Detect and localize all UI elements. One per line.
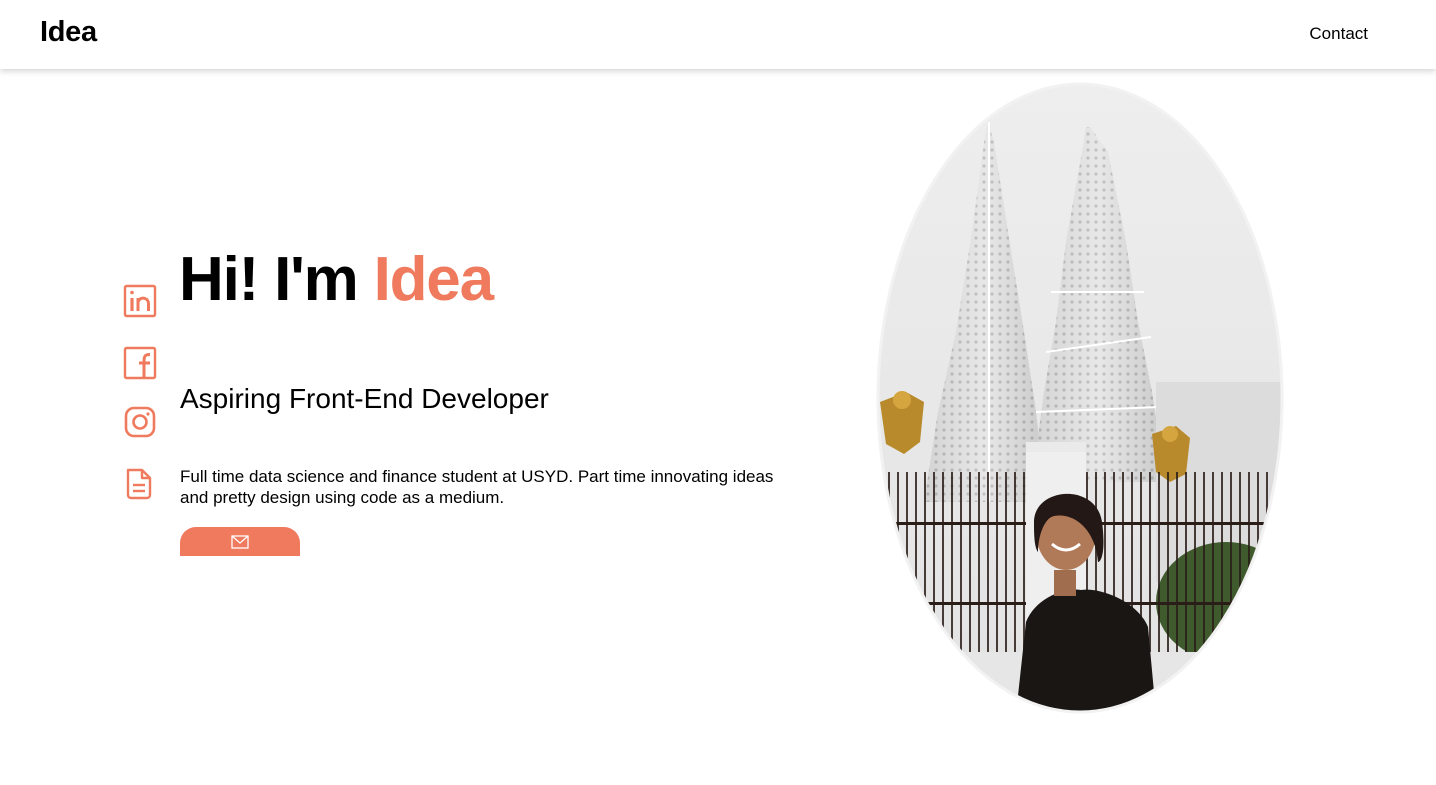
hero-greeting: Hi! I'm [179,245,374,314]
mail-icon [231,534,249,549]
nav-contact-link[interactable]: Contact [1309,24,1368,44]
facebook-icon[interactable] [123,346,157,380]
hero-description: Full time data science and finance stude… [180,467,774,507]
hero-subtitle: Aspiring Front-End Developer [180,383,549,414]
hero-name: Idea [373,245,494,314]
site-header: Idea Contact [0,0,1436,69]
instagram-icon[interactable] [123,405,157,439]
profile-photo [876,82,1284,714]
site-logo[interactable]: Idea [40,16,97,49]
document-icon[interactable] [123,467,157,501]
email-button[interactable] [180,527,300,556]
linkedin-icon[interactable] [123,284,157,318]
hero-title: Hi! I'm Idea [179,244,494,315]
